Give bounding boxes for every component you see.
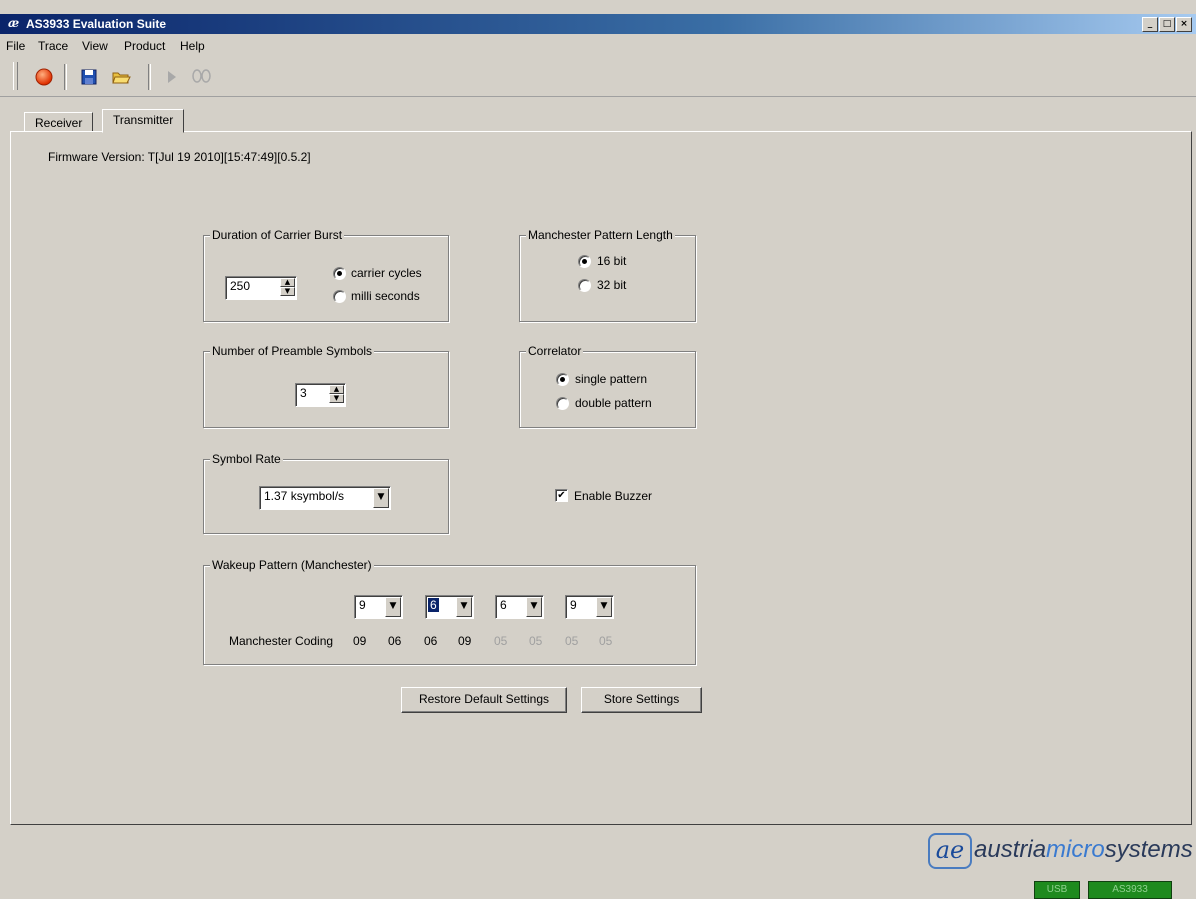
wakeup-select-4[interactable]: 9 ▼	[565, 595, 614, 619]
app-icon: æ	[8, 16, 20, 30]
chevron-down-icon[interactable]: ▼	[373, 488, 389, 508]
carrier-burst-title: Duration of Carrier Burst	[210, 228, 345, 242]
manchester-code: 09	[353, 634, 367, 648]
brand-part: austria	[974, 836, 1047, 863]
menu-bar: File Trace View Product Help	[0, 38, 1196, 56]
manchester-code: 05	[529, 634, 543, 648]
toolbar-separator	[64, 64, 67, 90]
menu-trace[interactable]: Trace	[38, 39, 68, 53]
tab-transmitter[interactable]: Transmitter	[102, 109, 185, 133]
wakeup-select-2[interactable]: 6 ▼	[425, 595, 474, 619]
manchester-length-title: Manchester Pattern Length	[526, 228, 675, 242]
radio-single-pattern[interactable]	[556, 373, 569, 386]
manchester-code: 09	[458, 634, 472, 648]
preamble-spinner[interactable]: 3 ▲ ▼	[295, 383, 346, 407]
spin-down-icon[interactable]: ▼	[329, 394, 344, 403]
symbol-rate-value: 1.37 ksymbol/s	[264, 489, 345, 503]
preamble-value: 3	[300, 386, 307, 400]
radio-double-pattern[interactable]	[556, 397, 569, 410]
status-usb: USB	[1034, 881, 1080, 899]
spin-down-icon[interactable]: ▼	[280, 287, 295, 296]
play-icon[interactable]	[160, 66, 182, 88]
chevron-down-icon[interactable]: ▼	[596, 597, 612, 617]
chevron-down-icon[interactable]: ▼	[385, 597, 401, 617]
enable-buzzer-checkbox[interactable]: ✔	[555, 489, 568, 502]
toolbar-grip[interactable]	[13, 62, 18, 90]
radio-carrier-cycles[interactable]	[333, 267, 346, 280]
milli-seconds-label: milli seconds	[351, 289, 420, 303]
firmware-version: Firmware Version: T[Jul 19 2010][15:47:4…	[48, 150, 311, 164]
carrier-cycles-label: carrier cycles	[351, 266, 422, 280]
wakeup-pattern-title: Wakeup Pattern (Manchester)	[210, 558, 374, 572]
preamble-title: Number of Preamble Symbols	[210, 344, 375, 358]
brand-part: systems	[1104, 836, 1193, 863]
menu-file[interactable]: File	[6, 39, 25, 53]
menu-product[interactable]: Product	[124, 39, 165, 53]
restore-default-settings-button[interactable]: Restore Default Settings	[401, 687, 567, 713]
toolbar-separator	[148, 64, 151, 90]
minimize-button[interactable]: _	[1142, 17, 1158, 32]
manchester-coding-label: Manchester Coding	[229, 634, 334, 648]
save-icon[interactable]	[78, 66, 100, 88]
title-bar: æ AS3933 Evaluation Suite _ □ ×	[0, 14, 1196, 34]
brand-name: austriamicrosystems	[974, 836, 1193, 864]
single-pattern-label: single pattern	[575, 372, 648, 386]
wakeup-select-1-value: 9	[359, 598, 366, 612]
enable-buzzer-label: Enable Buzzer	[574, 489, 653, 503]
manchester-code: 05	[494, 634, 508, 648]
radio-16-bit[interactable]	[578, 255, 591, 268]
ae-logo-icon: ae	[928, 833, 972, 869]
maximize-button[interactable]: □	[1159, 17, 1175, 32]
symbol-rate-title: Symbol Rate	[210, 452, 283, 466]
open-folder-icon[interactable]	[110, 66, 132, 88]
footprints-icon[interactable]	[188, 66, 211, 88]
wakeup-select-3-value: 6	[500, 598, 507, 612]
window-title: AS3933 Evaluation Suite	[26, 17, 167, 31]
radio-32-bit[interactable]	[578, 279, 591, 292]
carrier-burst-value: 250	[230, 279, 251, 293]
spin-up-icon[interactable]: ▲	[329, 385, 344, 394]
symbol-rate-select[interactable]: 1.37 ksymbol/s ▼	[259, 486, 391, 510]
carrier-burst-spinner[interactable]: 250 ▲ ▼	[225, 276, 297, 300]
wakeup-select-3[interactable]: 6 ▼	[495, 595, 544, 619]
correlator-title: Correlator	[526, 344, 584, 358]
austriamicrosystems-logo: ae austriamicrosystems	[928, 833, 1196, 869]
manchester-code: 06	[388, 634, 402, 648]
store-settings-button[interactable]: Store Settings	[581, 687, 702, 713]
toolbar	[0, 58, 1196, 97]
wakeup-select-2-value: 6	[428, 598, 439, 612]
record-icon[interactable]	[33, 66, 55, 88]
status-device: AS3933	[1088, 881, 1172, 899]
menu-view[interactable]: View	[82, 39, 108, 53]
16-bit-label: 16 bit	[597, 254, 627, 268]
chevron-down-icon[interactable]: ▼	[526, 597, 542, 617]
correlator-group: Correlator	[519, 344, 696, 428]
double-pattern-label: double pattern	[575, 396, 652, 410]
radio-milli-seconds[interactable]	[333, 290, 346, 303]
brand-part: micro	[1046, 836, 1105, 863]
tab-receiver[interactable]: Receiver	[24, 112, 94, 132]
menu-help[interactable]: Help	[180, 39, 205, 53]
wakeup-select-1[interactable]: 9 ▼	[354, 595, 403, 619]
spin-up-icon[interactable]: ▲	[280, 278, 295, 287]
manchester-code: 05	[565, 634, 579, 648]
chevron-down-icon[interactable]: ▼	[456, 597, 472, 617]
manchester-code: 05	[599, 634, 613, 648]
32-bit-label: 32 bit	[597, 278, 627, 292]
wakeup-select-4-value: 9	[570, 598, 577, 612]
close-button[interactable]: ×	[1176, 17, 1192, 32]
manchester-code: 06	[424, 634, 438, 648]
